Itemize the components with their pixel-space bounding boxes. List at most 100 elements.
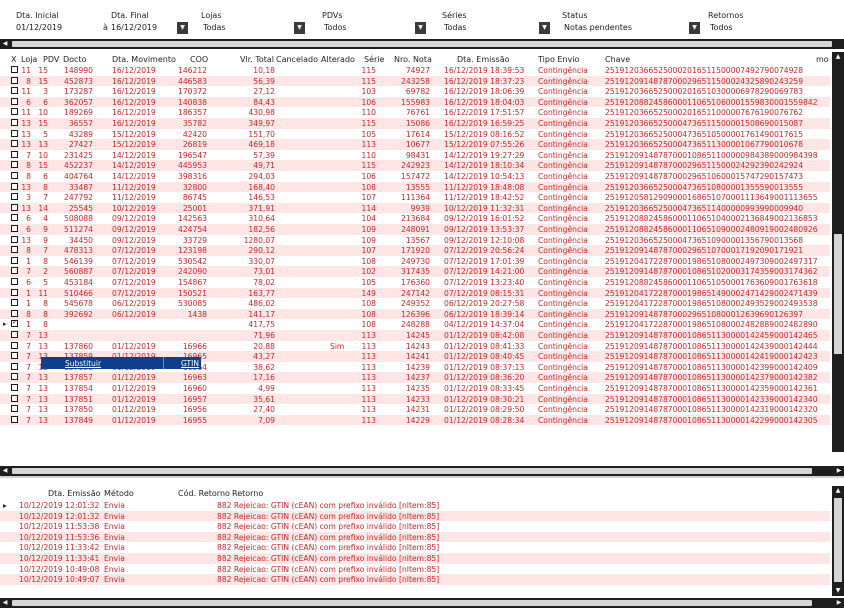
table-row[interactable]: 1 8 545678 06/12/2019 530085 486,02 108 249352 0…: [0, 298, 830, 309]
table-row[interactable]: 13 14 25545 10/12/2019 25001 371,91 114 9939 10/…: [0, 202, 830, 214]
table-row[interactable]: 3 7 247792 11/12/2019 86745 146,53 107 111364 11…: [0, 192, 830, 203]
log-row[interactable]: ▸ 10/12/2019 12:01:32 Envia 882 Rejeicao: G…: [0, 500, 830, 511]
row-checkbox[interactable]: [11, 309, 18, 317]
row-checkbox[interactable]: [11, 352, 18, 360]
table-row[interactable]: 6 6 362057 16/12/2019 140838 84,43 106 155983 16…: [0, 96, 830, 108]
table-row[interactable]: 13 15 36557 16/12/2019 35782 349,97 115 15086 16…: [0, 118, 830, 129]
table-row[interactable]: 8 15 452873 16/12/2019 446583 56,39 115 243258 1…: [0, 75, 830, 87]
table-row[interactable]: 8 6 404764 14/12/2019 398316 294,03 106 157472 1…: [0, 171, 830, 182]
grid-hscroll-thumb[interactable]: [12, 468, 812, 474]
log-row[interactable]: 10/12/2019 11:53:38 Envia 882 Rejeicao: GT…: [0, 521, 830, 532]
arrow-left-icon[interactable]: ◀: [0, 598, 10, 608]
table-row[interactable]: 6 5 453184 07/12/2019 154867 78,02 105 176360 07…: [0, 277, 830, 288]
row-checkbox[interactable]: [11, 172, 18, 179]
table-row[interactable]: 11 10 189269 16/12/2019 186357 430,98 110 76761…: [0, 107, 830, 118]
table-row[interactable]: 13 5 43289 15/12/2019 42420 151,70 105 17614 15/…: [0, 128, 830, 140]
row-checkbox[interactable]: [11, 225, 18, 232]
table-row[interactable]: 7 13 137857 01/12/2019 16963 17,16 113 14237 01/…: [0, 372, 830, 383]
table-row[interactable]: 13 8 33487 11/12/2019 32800 168,40 108 13555 11/…: [0, 181, 830, 193]
table-row[interactable]: 7 13 137851 01/12/2019 16957 35,61 113 14233 01/…: [0, 393, 830, 405]
col-cancelado[interactable]: Cancelado: [276, 55, 318, 64]
log-row[interactable]: 10/12/2019 11:53:36 Envia 882 Rejeicao: GT…: [0, 531, 830, 543]
grid-horizontal-scrollbar[interactable]: ◀ ▶: [0, 466, 844, 476]
row-checkbox[interactable]: [11, 278, 18, 285]
top-horizontal-scrollbar[interactable]: ◀: [0, 39, 844, 49]
col-nro-nota[interactable]: Nro. Nota: [394, 55, 432, 64]
row-checkbox[interactable]: [11, 362, 18, 370]
table-row[interactable]: 8 8 392692 06/12/2019 1438 141,17 108 126396 06/…: [0, 308, 830, 320]
col-x[interactable]: X: [11, 55, 16, 64]
menu-item-substituir[interactable]: Substituir: [65, 359, 101, 368]
col-serie[interactable]: Série: [364, 55, 384, 64]
row-checkbox[interactable]: [11, 214, 18, 222]
row-checkbox[interactable]: [11, 318, 18, 328]
row-checkbox[interactable]: [11, 66, 18, 73]
col-mo[interactable]: mo: [816, 55, 829, 64]
col-coo[interactable]: COO: [190, 55, 208, 64]
table-row[interactable]: 7 13 137849 01/12/2019 16955 7,09 113 14229 01/1…: [0, 414, 830, 426]
table-row[interactable]: 7 13 137860 01/12/2019 16966 20,88 Sim 113 14243…: [0, 340, 830, 352]
series-select[interactable]: Todas: [442, 22, 538, 34]
pdvs-dropdown-icon[interactable]: ▼: [415, 22, 426, 34]
series-dropdown-icon[interactable]: ▼: [539, 22, 550, 34]
row-checkbox[interactable]: [11, 415, 18, 423]
table-row[interactable]: 7 13 137854 01/12/2019 16960 4,99 113 14235 01/1…: [0, 383, 830, 394]
lojas-select[interactable]: Todas: [201, 22, 293, 34]
row-checkbox[interactable]: [11, 405, 18, 413]
col-docto[interactable]: Docto: [63, 55, 86, 64]
row-checkbox[interactable]: [11, 97, 18, 105]
row-checkbox[interactable]: [11, 129, 18, 137]
row-checkbox[interactable]: [11, 384, 18, 391]
table-row[interactable]: 6 4 508088 09/12/2019 142563 310,64 104 213684 0…: [0, 213, 830, 224]
log-col-metodo[interactable]: Método: [104, 489, 134, 498]
row-checkbox[interactable]: [11, 182, 18, 190]
dta-final-dropdown-icon[interactable]: ▼: [177, 22, 188, 34]
row-checkbox[interactable]: [11, 235, 18, 243]
row-checkbox[interactable]: [11, 119, 18, 126]
log-row[interactable]: 10/12/2019 10:49:07 Envia 882 Rejeicao: GT…: [0, 574, 830, 585]
table-row[interactable]: 11 3 173287 16/12/2019 170372 27,12 103 69782 16…: [0, 86, 830, 97]
arrow-up-icon[interactable]: ▲: [832, 52, 844, 62]
col-vlr-total[interactable]: Vlr. Total: [240, 55, 274, 64]
pdvs-select[interactable]: Todos: [322, 22, 412, 34]
arrow-left-icon[interactable]: ◀: [0, 39, 10, 49]
status-dropdown-icon[interactable]: ▼: [689, 22, 700, 34]
row-checkbox[interactable]: [11, 76, 18, 84]
row-checkbox[interactable]: [11, 193, 18, 201]
log-vertical-scrollbar[interactable]: ▲ ▼: [832, 486, 844, 596]
log-vscroll-thumb[interactable]: [834, 498, 842, 582]
dta-inicial-input[interactable]: 01/12/2019: [16, 22, 100, 34]
col-loja[interactable]: Loja: [21, 55, 37, 64]
table-row[interactable]: 6 9 511274 09/12/2019 424754 182,56 109 248091 0…: [0, 224, 830, 235]
arrow-up-icon[interactable]: ▲: [832, 486, 844, 496]
row-checkbox[interactable]: [11, 256, 18, 264]
lojas-dropdown-icon[interactable]: ▼: [294, 22, 305, 34]
log-horizontal-scrollbar[interactable]: ◀ ▶: [0, 598, 844, 608]
grid-vscroll-thumb[interactable]: [834, 234, 842, 354]
arrow-right-icon[interactable]: ▶: [834, 466, 844, 476]
table-row[interactable]: 7 13 71,96 113 14245 01/12/2019 08:42:08 Conti…: [0, 330, 830, 341]
col-tipo-envio[interactable]: Tipo Envio: [538, 55, 579, 64]
panel-splitter[interactable]: [0, 476, 844, 478]
col-chave[interactable]: Chave: [605, 55, 630, 64]
log-col-retorno[interactable]: Retorno: [232, 489, 263, 498]
table-row[interactable]: 1 11 510466 07/12/2019 150521 163,77 149 247142…: [0, 287, 830, 299]
table-row[interactable]: 11 15 148990 16/12/2019 146212 10,18 115 74927 1…: [0, 65, 830, 76]
col-dta-movimento[interactable]: Dta. Movimento: [112, 55, 176, 64]
table-row[interactable]: 1 8 546139 07/12/2019 530542 330,07 108 249730 0…: [0, 255, 830, 267]
row-checkbox[interactable]: [11, 246, 18, 254]
row-checkbox[interactable]: [11, 299, 18, 307]
log-hscroll-thumb[interactable]: [12, 600, 812, 606]
log-row[interactable]: 10/12/2019 11:33:41 Envia 882 Rejeicao: GT…: [0, 553, 830, 564]
row-checkbox[interactable]: [11, 341, 18, 349]
log-col-cod-retorno[interactable]: Cód. Retorno: [178, 489, 230, 498]
menu-item-gtin[interactable]: GTIN: [181, 359, 199, 368]
col-dta-emissao[interactable]: Dta. Emissão: [457, 55, 510, 64]
arrow-right-icon[interactable]: ▶: [834, 598, 844, 608]
log-row[interactable]: 10/12/2019 10:49:08 Envia 882 Rejeicao: GT…: [0, 563, 830, 575]
log-col-dta-emissao[interactable]: Dta. Emissão: [48, 489, 101, 498]
row-checkbox[interactable]: [11, 87, 18, 95]
row-checkbox[interactable]: [11, 267, 18, 275]
table-row[interactable]: 7 10 231425 14/12/2019 196547 57,39 110 98431 14…: [0, 149, 830, 161]
table-row[interactable]: 7 2 560887 07/12/2019 242090 73,01 102 317435 07…: [0, 266, 830, 277]
